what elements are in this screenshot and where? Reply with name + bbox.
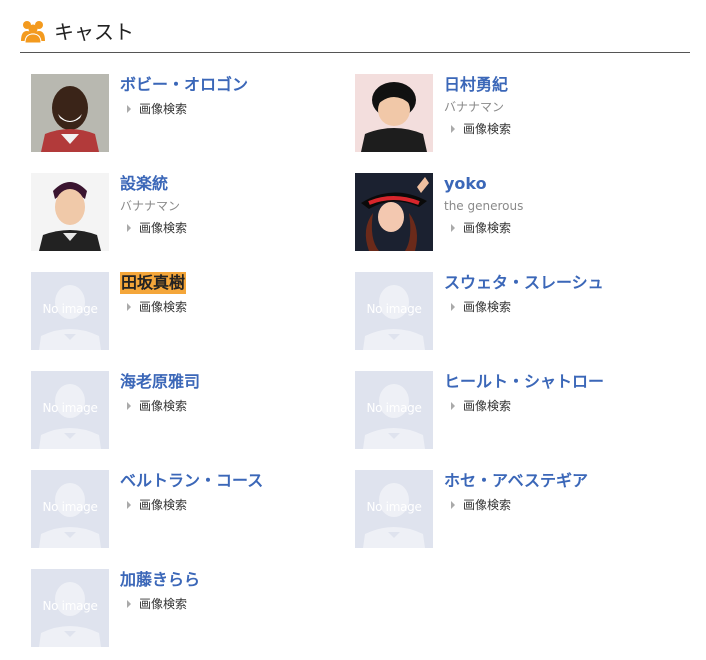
cast-name[interactable]: 加藤きらら xyxy=(120,569,200,591)
cast-name[interactable]: スウェタ・スレーシュ xyxy=(444,272,604,294)
triangle-right-icon xyxy=(127,303,131,311)
image-search-label: 画像検索 xyxy=(139,102,188,116)
image-search-label: 画像検索 xyxy=(139,221,188,235)
image-search-link[interactable]: 画像検索 xyxy=(451,121,511,137)
cast-name[interactable]: yoko xyxy=(444,173,487,195)
cast-group: バナナマン xyxy=(120,199,181,213)
image-search-label: 画像検索 xyxy=(139,597,188,611)
image-search-link[interactable]: 画像検索 xyxy=(127,101,187,117)
image-search-link[interactable]: 画像検索 xyxy=(127,497,187,513)
no-image-placeholder[interactable]: No image xyxy=(31,470,109,548)
triangle-right-icon xyxy=(451,501,455,509)
cast-item: ボビー・オロゴン 画像検索 xyxy=(31,74,351,154)
image-search-label: 画像検索 xyxy=(463,399,512,413)
image-search-link[interactable]: 画像検索 xyxy=(127,299,187,315)
cast-photo[interactable] xyxy=(355,173,433,251)
no-image-label: No image xyxy=(42,500,98,514)
no-image-placeholder[interactable]: No image xyxy=(31,569,109,647)
triangle-right-icon xyxy=(127,600,131,608)
triangle-right-icon xyxy=(451,402,455,410)
cast-name[interactable]: 設楽統 xyxy=(120,173,168,195)
cast-photo[interactable] xyxy=(355,74,433,152)
cast-name[interactable]: ヒールト・シャトロー xyxy=(444,371,604,393)
cast-name[interactable]: ボビー・オロゴン xyxy=(120,74,248,96)
no-image-label: No image xyxy=(366,302,422,316)
cast-name[interactable]: 海老原雅司 xyxy=(120,371,200,393)
cast-item: No image スウェタ・スレーシュ 画像検索 xyxy=(355,272,675,352)
image-search-label: 画像検索 xyxy=(463,498,512,512)
cast-photo[interactable] xyxy=(31,173,109,251)
image-search-link[interactable]: 画像検索 xyxy=(451,497,511,513)
cast-photo[interactable] xyxy=(31,74,109,152)
people-icon xyxy=(21,21,45,44)
no-image-placeholder[interactable]: No image xyxy=(31,272,109,350)
cast-item: No image ベルトラン・コース 画像検索 xyxy=(31,470,351,550)
image-search-label: 画像検索 xyxy=(463,122,512,136)
image-search-label: 画像検索 xyxy=(139,498,188,512)
image-search-label: 画像検索 xyxy=(463,300,512,314)
cast-name[interactable]: ホセ・アベステギア xyxy=(444,470,588,492)
cast-name[interactable]: 田坂真樹 xyxy=(120,272,187,294)
triangle-right-icon xyxy=(127,224,131,232)
no-image-placeholder[interactable]: No image xyxy=(355,470,433,548)
image-search-link[interactable]: 画像検索 xyxy=(451,299,511,315)
image-search-link[interactable]: 画像検索 xyxy=(451,398,511,414)
triangle-right-icon xyxy=(127,402,131,410)
no-image-label: No image xyxy=(366,401,422,415)
cast-section-header: キャスト xyxy=(20,16,690,53)
image-search-label: 画像検索 xyxy=(139,399,188,413)
cast-item: No image 田坂真樹 画像検索 xyxy=(31,272,351,352)
image-search-link[interactable]: 画像検索 xyxy=(127,220,187,236)
cast-name[interactable]: ベルトラン・コース xyxy=(120,470,263,492)
section-title: キャスト xyxy=(54,20,134,44)
no-image-label: No image xyxy=(42,302,98,316)
cast-item: 設楽統 バナナマン 画像検索 xyxy=(31,173,351,253)
triangle-right-icon xyxy=(451,303,455,311)
image-search-link[interactable]: 画像検索 xyxy=(451,220,511,236)
triangle-right-icon xyxy=(451,224,455,232)
no-image-placeholder[interactable]: No image xyxy=(355,272,433,350)
image-search-label: 画像検索 xyxy=(139,300,188,314)
no-image-label: No image xyxy=(42,401,98,415)
image-search-link[interactable]: 画像検索 xyxy=(127,398,187,414)
image-search-label: 画像検索 xyxy=(463,221,512,235)
no-image-placeholder[interactable]: No image xyxy=(355,371,433,449)
no-image-label: No image xyxy=(366,500,422,514)
image-search-link[interactable]: 画像検索 xyxy=(127,596,187,612)
no-image-label: No image xyxy=(42,599,98,613)
cast-item: No image ホセ・アベステギア 画像検索 xyxy=(355,470,675,550)
cast-item: yoko the generous 画像検索 xyxy=(355,173,675,253)
cast-item: No image 加藤きらら 画像検索 xyxy=(31,569,351,649)
cast-item: No image ヒールト・シャトロー 画像検索 xyxy=(355,371,675,451)
triangle-right-icon xyxy=(127,501,131,509)
cast-item: 日村勇紀 バナナマン 画像検索 xyxy=(355,74,675,154)
triangle-right-icon xyxy=(451,125,455,133)
triangle-right-icon xyxy=(127,105,131,113)
cast-group: the generous xyxy=(444,199,524,213)
cast-group: バナナマン xyxy=(444,100,505,114)
cast-item: No image 海老原雅司 画像検索 xyxy=(31,371,351,451)
cast-name[interactable]: 日村勇紀 xyxy=(444,74,508,96)
no-image-placeholder[interactable]: No image xyxy=(31,371,109,449)
